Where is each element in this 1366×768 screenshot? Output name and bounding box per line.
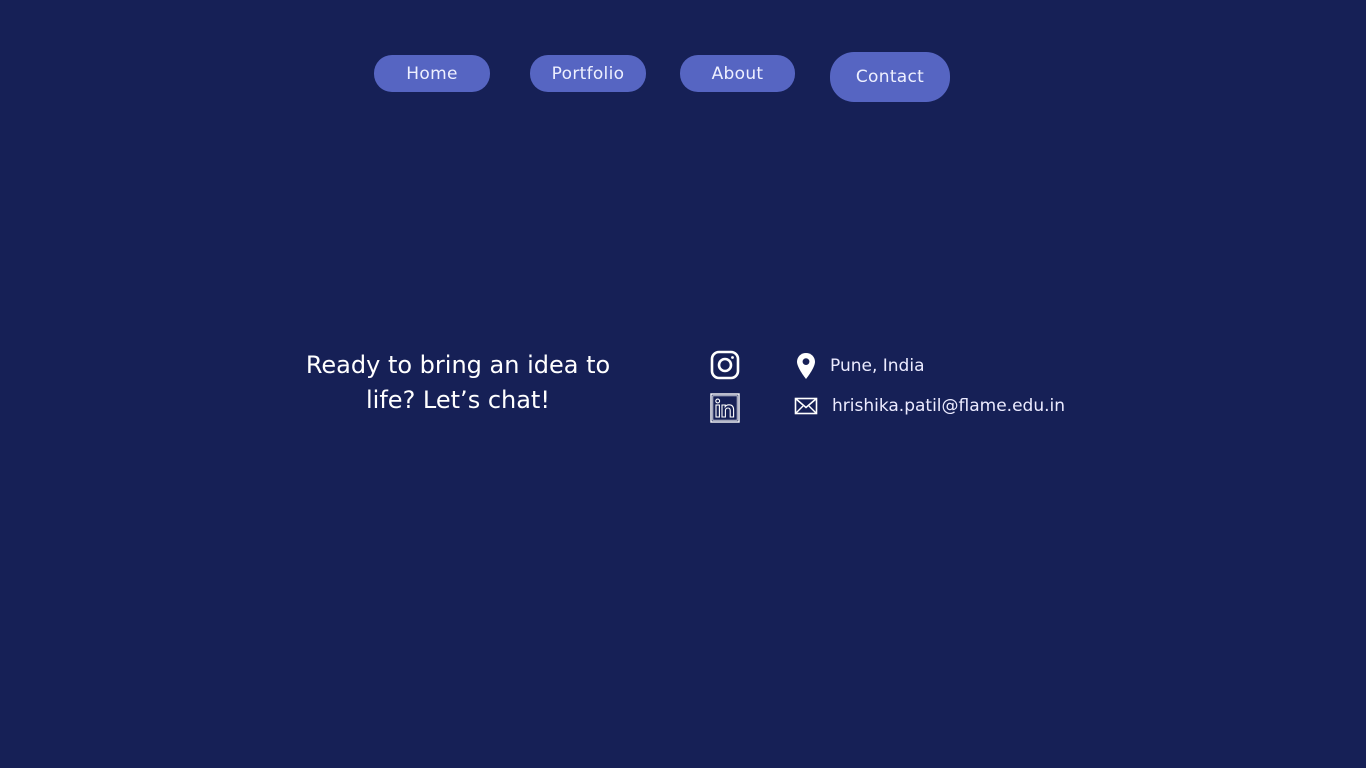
nav-contact-button[interactable]: Contact <box>830 52 950 102</box>
nav-home-button[interactable]: Home <box>374 55 490 92</box>
envelope-icon <box>794 392 818 420</box>
tagline-line-2: life? Let’s chat! <box>366 386 550 414</box>
instagram-link[interactable] <box>710 350 740 380</box>
instagram-icon <box>710 350 740 380</box>
contact-page: Home Portfolio About Contact Ready to br… <box>0 0 1366 768</box>
email-link[interactable]: hrishika.patil@flame.edu.in <box>832 396 1065 416</box>
nav-portfolio-button[interactable]: Portfolio <box>530 55 646 92</box>
linkedin-link[interactable] <box>710 393 740 423</box>
location-row: Pune, India <box>794 352 925 380</box>
map-pin-icon <box>794 352 818 380</box>
location-text: Pune, India <box>830 356 925 376</box>
email-row: hrishika.patil@flame.edu.in <box>794 392 1065 420</box>
tagline-line-1: Ready to bring an idea to <box>305 351 611 379</box>
contact-tagline: Ready to bring an idea to life? Let’s ch… <box>300 348 616 418</box>
linkedin-icon <box>710 393 740 423</box>
nav-about-button[interactable]: About <box>680 55 795 92</box>
